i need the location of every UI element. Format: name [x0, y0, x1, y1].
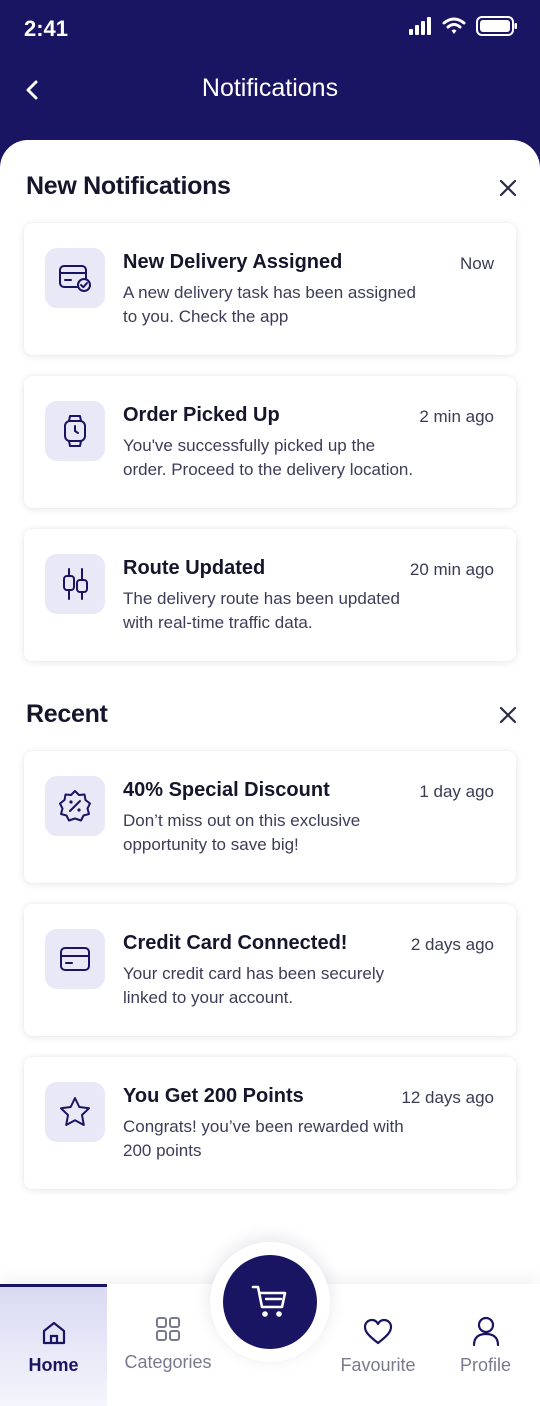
header: Notifications: [0, 60, 540, 120]
icon-badge: [45, 776, 105, 836]
notification-body: Your credit card has been securely linke…: [123, 964, 385, 1007]
status-bar: 2:41: [0, 0, 540, 60]
notification-time: 2 days ago: [410, 935, 494, 954]
notification-body: The delivery route has been updated with…: [123, 589, 400, 632]
nav-label-home: Home: [28, 1355, 79, 1375]
battery-icon: [476, 16, 517, 36]
notification-card[interactable]: Route Updated 20 min ago The delivery ro…: [24, 529, 516, 661]
notification-time: 1 day ago: [419, 782, 494, 801]
credit-card-icon: [60, 947, 90, 971]
notification-time: Now: [459, 254, 494, 273]
page-title: Notifications: [201, 74, 339, 102]
nav-label-categories: Categories: [124, 1352, 212, 1372]
discount-icon: [59, 790, 91, 822]
star-icon: [60, 1097, 90, 1126]
notification-title: New Delivery Assigned: [123, 251, 343, 273]
notification-card[interactable]: New Delivery Assigned Now A new delivery…: [24, 223, 516, 355]
clear-new-button[interactable]: [496, 176, 520, 200]
home-icon: [42, 1321, 65, 1345]
notification-body: Don’t miss out on this exclusive opportu…: [123, 811, 361, 854]
close-icon: [499, 179, 517, 197]
status-time: 2:41: [24, 16, 69, 41]
icon-badge: [45, 554, 105, 614]
notification-title: You Get 200 Points: [123, 1085, 304, 1107]
icon-badge: [45, 1082, 105, 1142]
wifi-icon: [442, 17, 466, 34]
cart-icon: [251, 1285, 287, 1317]
notification-body: A new delivery task has been assigned to…: [123, 283, 416, 326]
icon-badge: [45, 929, 105, 989]
nav-label-profile: Profile: [459, 1355, 512, 1375]
signal-icon: [409, 17, 431, 35]
notification-body: Congrats! you’ve been rewarded with 200 …: [123, 1117, 404, 1160]
nav-label-favourite: Favourite: [340, 1355, 416, 1375]
section-title-recent: Recent: [26, 700, 108, 728]
icon-badge: [45, 248, 105, 308]
delivery-card-icon: [59, 265, 91, 292]
section-title-new: New Notifications: [26, 172, 231, 200]
notification-time: 2 min ago: [419, 407, 494, 426]
nav-profile[interactable]: Profile: [431, 1284, 540, 1406]
notification-title: Route Updated: [123, 557, 266, 579]
notification-body: You've successfully picked up the order.…: [123, 436, 414, 479]
grid-icon: [156, 1317, 180, 1341]
notification-time: 20 min ago: [409, 560, 494, 579]
notification-card[interactable]: You Get 200 Points 12 days ago Congrats!…: [24, 1057, 516, 1189]
notification-card[interactable]: 40% Special Discount 1 day ago Don’t mis…: [24, 751, 516, 883]
notification-card[interactable]: Credit Card Connected! 2 days ago Your c…: [24, 904, 516, 1036]
user-icon: [472, 1316, 499, 1346]
nav-home[interactable]: Home: [0, 1284, 107, 1406]
notification-time: 12 days ago: [401, 1088, 494, 1107]
status-icons: [408, 16, 518, 36]
watch-icon: [64, 415, 86, 447]
notification-title: 40% Special Discount: [123, 779, 330, 801]
notification-card[interactable]: Order Picked Up 2 min ago You've success…: [24, 376, 516, 508]
nav-favourite[interactable]: Favourite: [325, 1284, 431, 1406]
clear-recent-button[interactable]: [496, 703, 520, 727]
close-icon: [499, 706, 517, 724]
notification-title: Order Picked Up: [123, 404, 280, 426]
heart-icon: [363, 1318, 393, 1345]
route-icon: [63, 568, 88, 600]
notification-title: Credit Card Connected!: [123, 932, 348, 954]
icon-badge: [45, 401, 105, 461]
cart-button[interactable]: [223, 1255, 317, 1349]
